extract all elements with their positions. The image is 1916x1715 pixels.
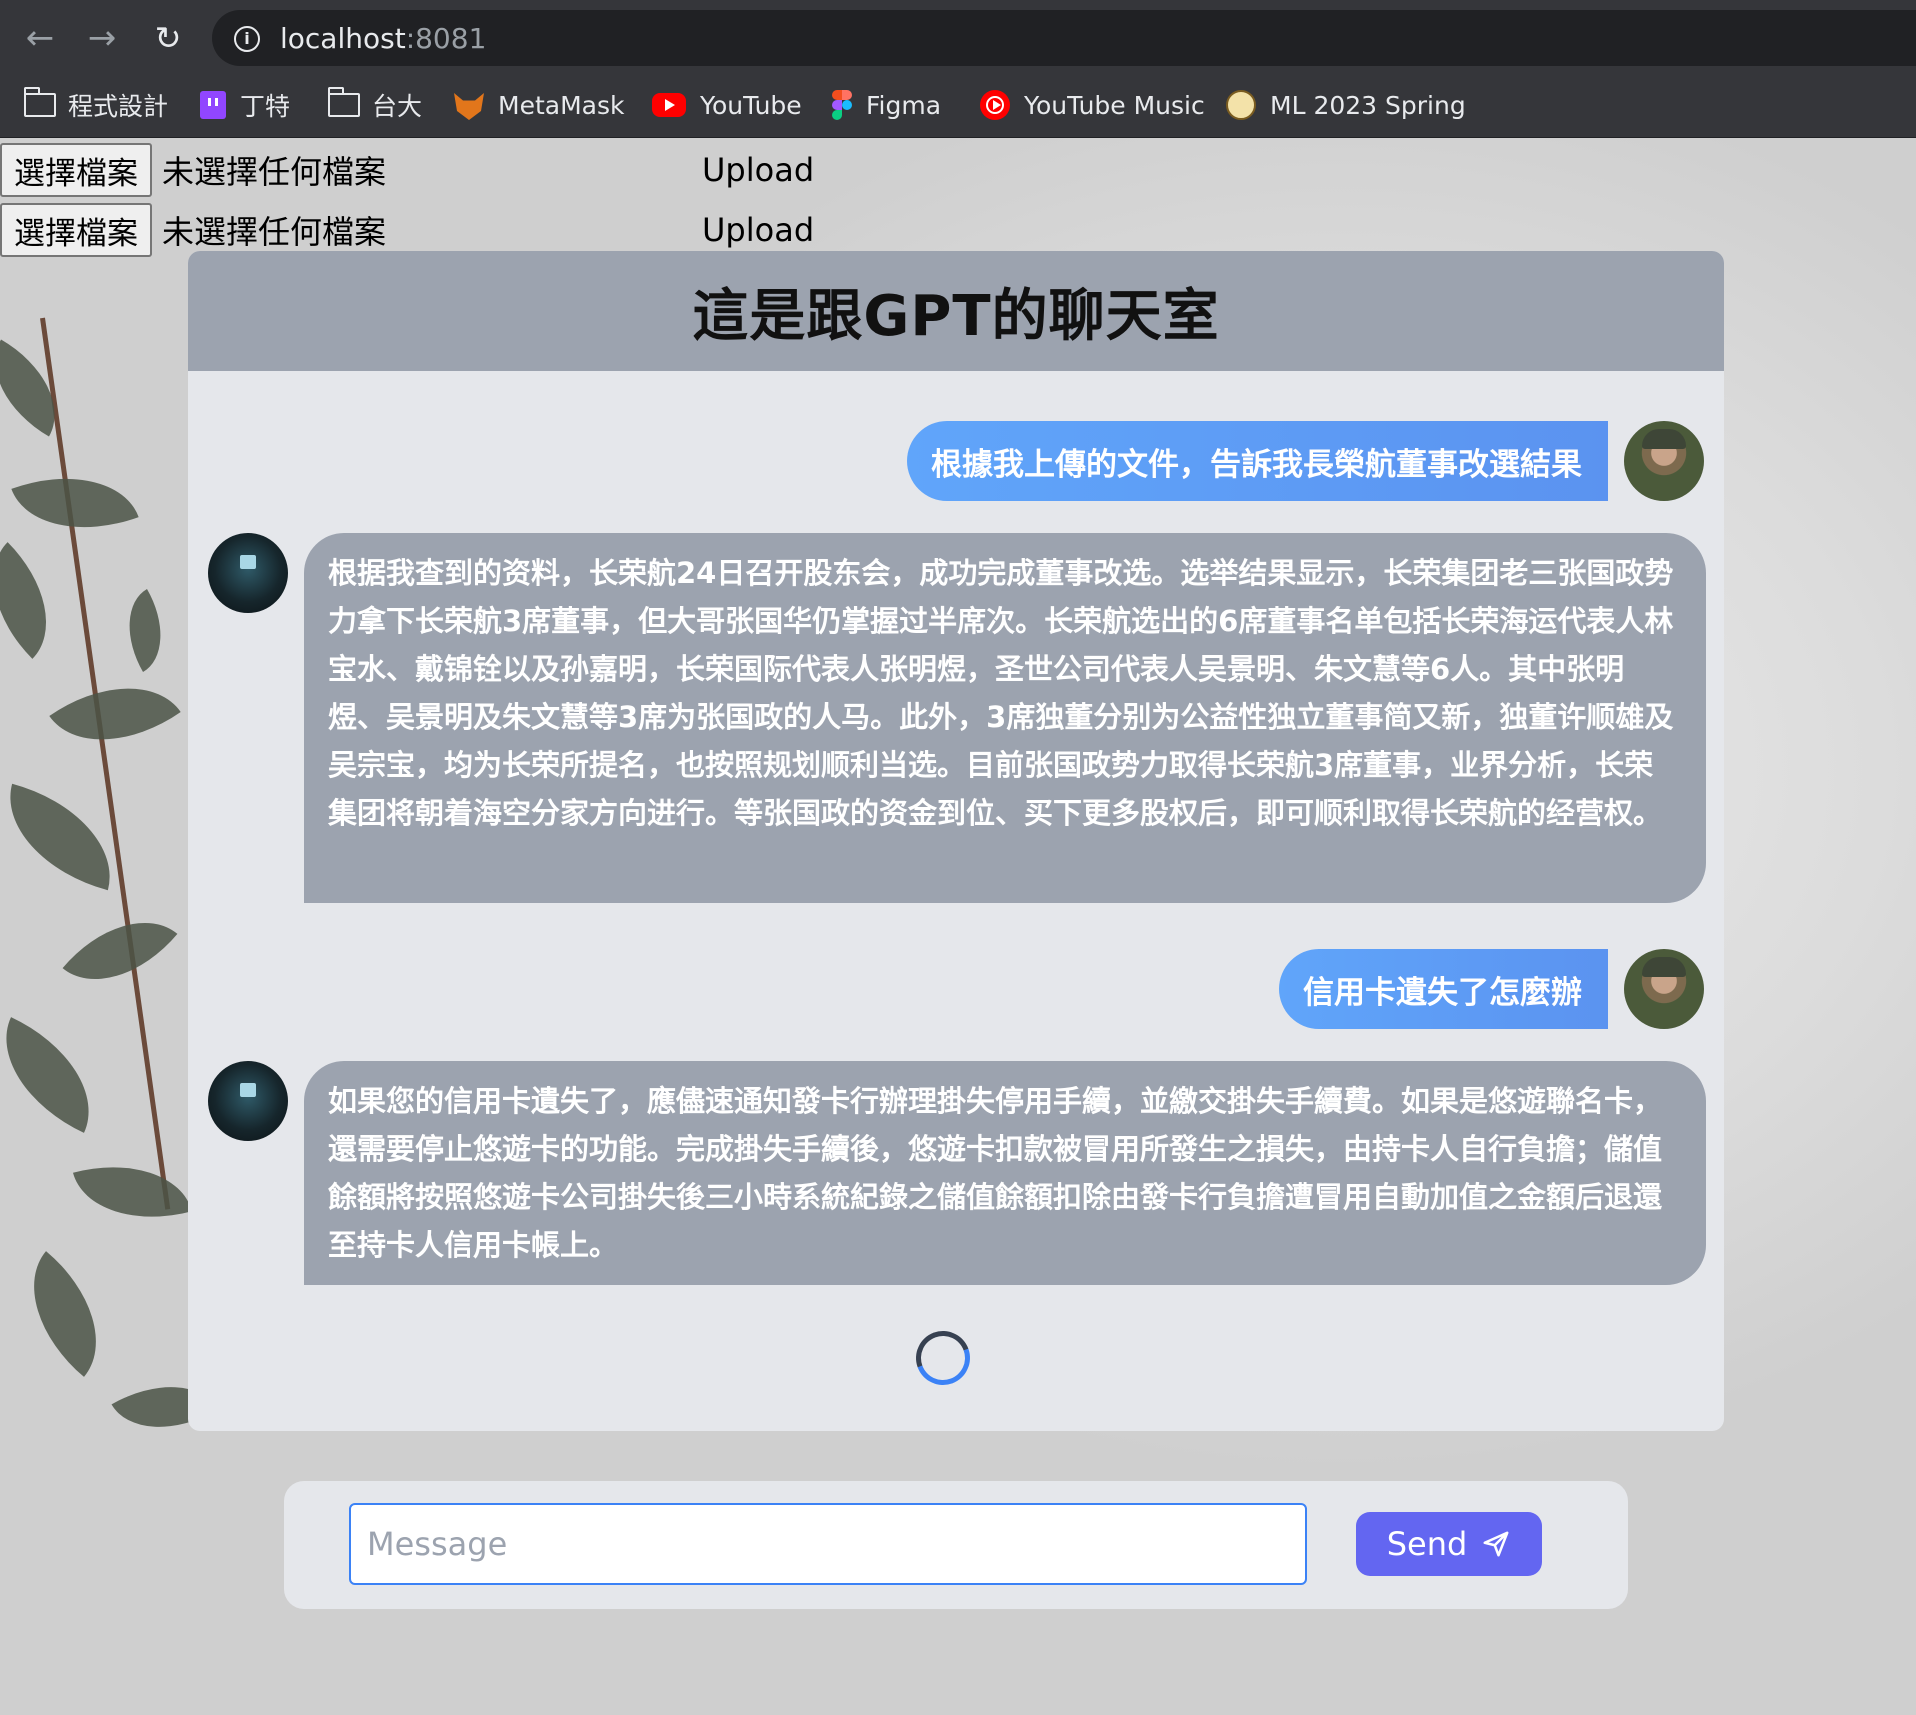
upload-button[interactable]: Upload (702, 211, 814, 249)
bookmark-label: 程式設計 (68, 92, 169, 121)
paper-plane-icon (1483, 1531, 1509, 1557)
bookmark-label: YouTube (700, 90, 802, 120)
user-message: 信用卡遺失了怎麼辦 (1279, 949, 1608, 1029)
metamask-icon (454, 93, 484, 120)
choose-file-button[interactable]: 選擇檔案 (0, 203, 152, 257)
send-button[interactable]: Send (1356, 1512, 1542, 1576)
url-text: localhost:8081 (280, 22, 487, 55)
forward-arrow-icon[interactable]: → (82, 18, 122, 58)
bookmark-figma[interactable]: Figma (832, 85, 941, 125)
bookmark-metamask[interactable]: MetaMask (454, 85, 624, 125)
bookmark-label: ML 2023 Spring (1270, 90, 1466, 120)
choose-file-button[interactable]: 選擇檔案 (0, 143, 152, 197)
folder-icon (327, 87, 360, 117)
bookmark-ml-2023[interactable]: ML 2023 Spring (1226, 85, 1466, 125)
address-bar[interactable]: i localhost:8081 (212, 10, 1916, 66)
loading-spinner (907, 1322, 979, 1394)
bookmark-youtube-music[interactable]: YouTube Music (980, 85, 1205, 125)
reload-icon[interactable]: ↻ (148, 18, 188, 58)
folder-icon (23, 87, 56, 117)
user-avatar (1624, 421, 1704, 501)
composer-bar: Send (284, 1481, 1628, 1609)
bookmarks-bar: 程式設計 丁特 台大 MetaMask YouTube Figma YouTub… (0, 75, 1916, 138)
send-label: Send (1386, 1525, 1468, 1563)
bookmark-programming[interactable]: 程式設計 (23, 85, 169, 125)
bookmark-label: MetaMask (498, 90, 625, 120)
chat-title: 這是跟GPT的聊天室 (692, 283, 1220, 349)
bookmark-label: 丁特 (240, 92, 291, 121)
bot-avatar (208, 1061, 288, 1141)
chat-header: 這是跟GPT的聊天室 (188, 251, 1724, 371)
youtube-music-icon (980, 90, 1010, 120)
message-input[interactable] (349, 1503, 1307, 1585)
bookmark-label: 台大 (372, 92, 423, 121)
file-status: 未選擇任何檔案 (162, 153, 387, 191)
chat-panel: 這是跟GPT的聊天室 根據我上傳的文件，告訴我長榮航董事改選結果 根据我查到的资… (188, 251, 1724, 1431)
bookmark-youtube[interactable]: YouTube (652, 85, 802, 125)
site-info-icon[interactable]: i (234, 26, 260, 52)
youtube-icon (652, 93, 686, 117)
bookmark-label: Figma (866, 90, 942, 120)
bot-avatar (208, 533, 288, 613)
browser-toolbar: ← → ↻ i localhost:8081 (0, 0, 1916, 75)
bookmark-twitch[interactable]: 丁特 (200, 85, 290, 125)
upload-button[interactable]: Upload (702, 151, 814, 189)
ml-logo-icon (1226, 90, 1256, 120)
bookmark-ntu[interactable]: 台大 (327, 85, 423, 125)
bot-message: 根据我查到的资料，长荣航24日召开股东会，成功完成董事改选。选举结果显示，长荣集… (304, 533, 1706, 903)
user-message: 根據我上傳的文件，告訴我長榮航董事改選結果 (907, 421, 1608, 501)
upload-row-1: 選擇檔案 未選擇任何檔案 Upload (0, 141, 814, 199)
bot-message: 如果您的信用卡遺失了，應儘速通知發卡行辦理掛失停用手續，並繳交掛失手續費。如果是… (304, 1061, 1706, 1285)
user-avatar (1624, 949, 1704, 1029)
bookmark-label: YouTube Music (1024, 90, 1205, 120)
back-arrow-icon[interactable]: ← (20, 18, 60, 58)
figma-icon (832, 90, 852, 120)
file-status: 未選擇任何檔案 (162, 213, 387, 251)
twitch-icon (200, 91, 226, 119)
